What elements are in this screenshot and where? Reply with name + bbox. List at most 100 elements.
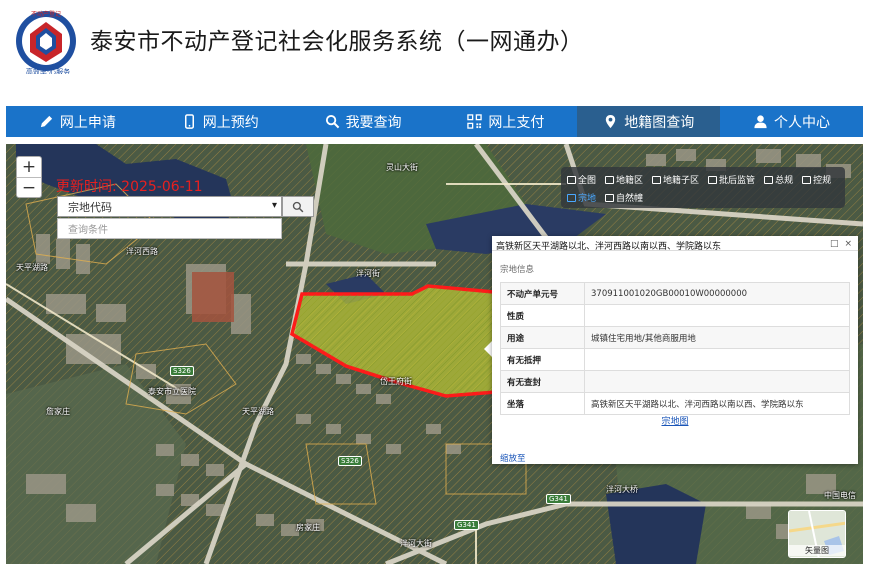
table-row: 有无抵押 (500, 348, 850, 371)
nav-label: 网上申请 (59, 114, 116, 131)
row-key: 用途 (500, 326, 585, 349)
nav-query[interactable]: 我要查询 (292, 106, 435, 137)
layer-label: 控规 (813, 176, 832, 186)
layer-full-extent[interactable]: 全图 (567, 173, 596, 186)
mobile-icon (184, 114, 194, 129)
map-icon (802, 175, 812, 184)
svg-text:不动产登记: 不动产登记 (31, 10, 61, 18)
basemap-switcher[interactable]: 矢量图 (788, 510, 846, 558)
user-icon (754, 115, 767, 129)
table-row: 有无查封 (500, 370, 850, 393)
popup-header: 高铁新区天平湖路以北、泮河西路以南以西、学院路以东 □ × (492, 236, 858, 252)
table-row: 坐落 高铁新区天平湖路以北、泮河西路以南以西、学院路以东 (500, 392, 850, 415)
zoom-out-button[interactable]: − (17, 177, 41, 198)
row-value (584, 304, 850, 327)
search-type-select[interactable]: 宗地代码 ▾ (57, 196, 282, 217)
row-value (584, 370, 850, 393)
layers-icon (605, 175, 615, 184)
row-key: 性质 (500, 304, 585, 327)
map-road-label: 泮河街 (356, 269, 380, 278)
map-place-label: 中国电信 (824, 491, 856, 500)
map-place-label: 泰安市立医院 (148, 387, 196, 396)
map-road-label: 天平湖路 (242, 407, 274, 416)
layer-master-plan[interactable]: 总规 (764, 173, 793, 186)
nav-cadastral-map[interactable]: 地籍图查询 (577, 106, 721, 137)
map-road-label: 泮河西路 (126, 247, 158, 256)
nav-label: 个人中心 (774, 114, 831, 131)
road-shield: G341 (546, 494, 571, 504)
map-marker-icon (606, 114, 616, 129)
map-road-label: 岱王府街 (380, 377, 412, 386)
map-icon (764, 175, 774, 184)
row-value: 城镇住宅用地/其他商服用地 (584, 326, 850, 349)
row-key: 坐落 (500, 392, 585, 415)
nav-online-payment[interactable]: 网上支付 (434, 106, 577, 137)
table-row: 性质 (500, 304, 850, 327)
search-button[interactable] (282, 196, 314, 217)
building-icon (605, 193, 615, 202)
main-nav: 网上申请 网上预约 我要查询 网上支付 地籍图查询 个人中心 (6, 106, 863, 137)
update-time: 更新时间: 2025-06-11 (56, 179, 203, 195)
search-placeholder: 查询条件 (68, 225, 108, 236)
search-type-value: 宗地代码 (68, 200, 112, 214)
layers-icon (652, 175, 662, 184)
header: 不动产登记 高效率·心服务 泰安市不动产登记社会化服务系统（一网通办） (0, 0, 869, 100)
row-value (584, 348, 850, 371)
logo: 不动产登记 高效率·心服务 (16, 10, 76, 74)
maximize-icon[interactable]: □ (830, 239, 839, 250)
layer-building[interactable]: 自然幢 (605, 191, 643, 204)
row-key: 有无查封 (500, 370, 585, 393)
pencil-icon (40, 115, 53, 128)
row-key: 不动产单元号 (500, 282, 585, 305)
zoom-control: + − (16, 156, 42, 198)
layer-label: 全图 (578, 176, 597, 186)
row-value: 370911001020GB00010W00000000 (584, 282, 850, 305)
nav-online-booking[interactable]: 网上预约 (149, 106, 292, 137)
layer-regulatory-plan[interactable]: 控规 (802, 173, 831, 186)
nav-label: 网上支付 (488, 114, 545, 131)
chevron-down-icon: ▾ (271, 200, 277, 211)
layer-toolbar: 全图 地籍区 地籍子区 批后监管 总规 控规 宗地 自然幢 (561, 167, 845, 208)
layer-label: 总规 (775, 176, 794, 186)
basemap-label: 矢量图 (789, 545, 845, 556)
popup-title: 高铁新区天平湖路以北、泮河西路以南以西、学院路以东 (496, 242, 722, 252)
parcel-info-popup: 高铁新区天平湖路以北、泮河西路以南以西、学院路以东 □ × 宗地信息 不动产单元… (492, 236, 858, 464)
nav-personal-center[interactable]: 个人中心 (720, 106, 863, 137)
nav-label: 网上预约 (202, 114, 259, 131)
table-row: 用途 城镇住宅用地/其他商服用地 (500, 326, 850, 349)
layer-cadastral-area[interactable]: 地籍区 (605, 173, 643, 186)
monitor-icon (708, 175, 718, 184)
road-shield: G341 (454, 520, 479, 530)
map-road-label: 灵山大街 (386, 163, 418, 172)
layer-label: 批后监管 (719, 176, 756, 186)
map-place-label: 詹家庄 (46, 407, 70, 416)
nav-label: 我要查询 (345, 114, 402, 131)
search-icon (292, 201, 304, 212)
layer-label: 地籍区 (616, 176, 644, 186)
search-input[interactable]: 查询条件 (57, 218, 282, 239)
page-title: 泰安市不动产登记社会化服务系统（一网通办） (90, 29, 584, 55)
parcel-map-link[interactable]: 宗地图 (492, 414, 858, 427)
row-value: 高铁新区天平湖路以北、泮河西路以南以西、学院路以东 (584, 392, 850, 415)
table-row: 不动产单元号 370911001020GB00010W00000000 (500, 282, 850, 305)
row-key: 有无抵押 (500, 348, 585, 371)
nav-label: 地籍图查询 (624, 114, 695, 131)
layer-cadastral-subarea[interactable]: 地籍子区 (652, 173, 699, 186)
nav-online-apply[interactable]: 网上申请 (6, 106, 149, 137)
parcel-info-table: 不动产单元号 370911001020GB00010W00000000 性质 用途… (500, 282, 850, 415)
search-icon (325, 114, 339, 129)
svg-text:高效率·心服务: 高效率·心服务 (26, 67, 70, 74)
layer-parcel[interactable]: 宗地 (567, 191, 596, 204)
zoom-to-link[interactable]: 缩放至 (500, 452, 526, 464)
layer-label: 宗地 (578, 194, 597, 204)
layer-label: 自然幢 (616, 194, 644, 204)
layer-post-approval[interactable]: 批后监管 (708, 173, 755, 186)
zoom-in-button[interactable]: + (17, 157, 41, 177)
globe-icon (567, 175, 576, 184)
layer-label: 地籍子区 (663, 176, 700, 186)
map-place-label: 房家庄 (296, 523, 320, 532)
parcel-icon (567, 193, 576, 202)
close-icon[interactable]: × (844, 239, 852, 250)
popup-section-title: 宗地信息 (500, 265, 535, 275)
qrcode-icon (467, 114, 483, 129)
